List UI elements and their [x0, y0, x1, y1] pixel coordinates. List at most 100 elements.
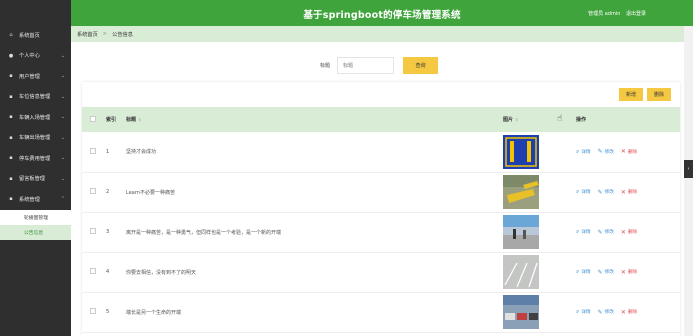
header-image-label: 图片: [503, 117, 514, 123]
search-icon: ⌕: [576, 308, 580, 315]
edit-button[interactable]: ✎ 修改: [598, 189, 614, 196]
parking-cars-image: [503, 295, 576, 329]
user-role-label: 管理员 admin: [588, 11, 621, 17]
close-icon: ✕: [620, 268, 626, 276]
chevron-icon: ⌄: [60, 114, 65, 121]
parking-empty-image: [503, 255, 576, 289]
sidebar-item[interactable]: ▪ 停车费用管理 ⌄: [0, 148, 71, 169]
detail-label: 详情: [581, 270, 591, 275]
sidebar-item[interactable]: ▪ 系统管理 ⌃: [0, 189, 71, 210]
sidebar-item[interactable]: ▪ 车辆入场管理 ⌄: [0, 107, 71, 128]
sidebar-subitem[interactable]: 公告信息: [0, 224, 71, 240]
pencil-icon: ✎: [597, 268, 603, 276]
search-label: 标题: [320, 63, 331, 69]
home-icon: ⌂: [9, 32, 13, 39]
detail-button[interactable]: ⌕ 详情: [576, 148, 591, 156]
detail-button[interactable]: ⌕ 详情: [576, 188, 591, 196]
pencil-icon: ✎: [597, 188, 603, 196]
side-collapse-tab[interactable]: ‹: [684, 160, 693, 178]
detail-button[interactable]: ⌕ 详情: [576, 228, 591, 236]
detail-label: 详情: [581, 190, 591, 195]
grid-icon: ▪: [9, 114, 13, 121]
page-scrollbar[interactable]: [684, 26, 693, 336]
close-icon: ✕: [620, 228, 626, 236]
parking-people-image: [503, 215, 576, 249]
sidebar-item[interactable]: ▪ 车位信息管理 ⌄: [0, 87, 71, 108]
sidebar-subitem[interactable]: 轮播图管理: [0, 209, 71, 225]
row-title: 离开是一种痛苦，是一种勇气，但同样也是一个考验，是一个新的开端: [126, 229, 282, 236]
row-ops: ⌕ 详情 ✎ 修改 ✕ 删除: [576, 292, 680, 332]
sidebar-item[interactable]: ▪ 用户管理 ⌄: [0, 66, 71, 87]
row-select-cell: [82, 292, 106, 332]
grid-icon: ▪: [9, 73, 13, 80]
row-checkbox[interactable]: [90, 268, 96, 274]
edit-button[interactable]: ✎ 修改: [598, 309, 614, 316]
detail-label: 详情: [581, 310, 591, 315]
edit-label: 修改: [604, 190, 614, 195]
row-ops: ⌕ 详情 ✎ 修改 ✕ 删除: [576, 132, 680, 172]
breadcrumb-home[interactable]: 系统首页: [77, 31, 98, 38]
chevron-icon: ⌄: [60, 73, 65, 80]
row-title: Learn不必要一种痛苦: [126, 189, 175, 196]
header-title-label: 标题: [126, 117, 137, 123]
sidebar-item-label: 停车费用管理: [19, 155, 51, 162]
row-image-cell: [503, 252, 576, 292]
search-icon: ⌕: [576, 228, 580, 235]
edit-button[interactable]: ✎ 修改: [598, 148, 614, 155]
row-index: 5: [106, 309, 110, 315]
sort-icon[interactable]: ⇕: [138, 117, 141, 122]
search-bar: 标题 查询: [320, 57, 439, 74]
sidebar-item-label: 系统首页: [19, 32, 40, 39]
remove-button[interactable]: ✕ 删除: [621, 269, 637, 276]
remove-label: 删除: [627, 190, 638, 195]
remove-button[interactable]: ✕ 删除: [621, 229, 637, 236]
parking-lot-image: [503, 175, 576, 209]
chevron-icon: ⌄: [60, 93, 65, 100]
row-checkbox[interactable]: [90, 228, 96, 234]
edit-button[interactable]: ✎ 修改: [598, 269, 614, 276]
remove-button[interactable]: ✕ 删除: [621, 148, 637, 155]
detail-button[interactable]: ⌕ 详情: [576, 308, 591, 316]
row-image-cell: [503, 172, 576, 212]
remove-button[interactable]: ✕ 删除: [621, 189, 637, 196]
grid-icon: ▪: [9, 155, 13, 162]
sidebar: ⌂ 系统首页 ● 个人中心 ⌄ ▪ 用户管理 ⌄ ▪ 车位信息管理 ⌄ ▪ 车辆入场管理 ⌄ ▪ 车辆出场管理…: [0, 0, 71, 336]
sidebar-item[interactable]: ⌂ 系统首页: [0, 25, 71, 46]
search-input[interactable]: [337, 57, 395, 74]
header-title[interactable]: 标题 ⇕: [126, 107, 503, 132]
sort-icon[interactable]: ⇕: [515, 117, 518, 122]
row-checkbox[interactable]: [90, 147, 96, 154]
edit-button[interactable]: ✎ 修改: [598, 229, 614, 236]
edit-label: 修改: [604, 230, 614, 235]
row-ops: ⌕ 详情 ✎ 修改 ✕ 删除: [576, 212, 680, 252]
row-index: 1: [106, 148, 110, 155]
edit-label: 修改: [604, 149, 614, 155]
chevron-icon: ⌄: [60, 52, 65, 59]
pencil-icon: ✎: [597, 228, 603, 236]
sidebar-item-label: 车辆出场管理: [19, 135, 51, 142]
chevron-icon: ⌄: [60, 155, 65, 162]
detail-label: 详情: [581, 230, 591, 235]
select-all-checkbox[interactable]: [90, 115, 96, 122]
search-icon: ⌕: [576, 188, 580, 195]
delete-button[interactable]: 删除: [647, 88, 671, 101]
notice-table: 索引 标题 ⇕ 图片 ⇕ 操作 1 坚持才会成功 ⌕ 详情 ✎ 修改 ✕ 删除 2 Learn不必要一…: [82, 107, 680, 333]
search-button[interactable]: 查询: [403, 57, 439, 74]
row-title: 端长是另一个生命的开端: [126, 309, 182, 316]
sidebar-item[interactable]: ▪ 车辆出场管理 ⌄: [0, 128, 71, 149]
logout-link[interactable]: 退出登录: [626, 11, 646, 17]
sidebar-item-label: 系统管理: [19, 196, 40, 203]
sidebar-item-label: 用户管理: [19, 73, 40, 80]
row-index: 4: [106, 269, 110, 275]
add-button[interactable]: 新增: [619, 88, 643, 101]
sidebar-item[interactable]: ▪ 留言板管理 ⌄: [0, 169, 71, 190]
sidebar-item-label: 留言板管理: [19, 176, 45, 183]
row-checkbox[interactable]: [90, 188, 96, 194]
detail-button[interactable]: ⌕ 详情: [576, 268, 591, 276]
row-ops: ⌕ 详情 ✎ 修改 ✕ 删除: [576, 172, 680, 212]
remove-button[interactable]: ✕ 删除: [621, 309, 637, 316]
table-row: 5 端长是另一个生命的开端 ⌕ 详情 ✎ 修改 ✕ 删除: [82, 292, 680, 332]
sidebar-item[interactable]: ● 个人中心 ⌄: [0, 46, 71, 67]
row-checkbox[interactable]: [90, 308, 96, 314]
header-image[interactable]: 图片 ⇕: [503, 107, 576, 132]
